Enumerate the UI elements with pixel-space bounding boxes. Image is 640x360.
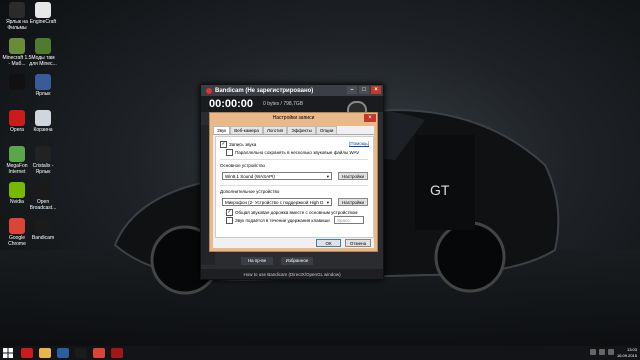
desktop-icon-label: Корзина [33, 127, 53, 133]
taskbar-chrome-icon[interactable] [93, 348, 105, 358]
taskbar-bandicam-active-icon[interactable] [111, 348, 123, 358]
taskbar: 13:03 16.09.2015 [0, 346, 640, 360]
app-icon [35, 110, 51, 126]
recording-settings-dialog: Настройки записи × Звук Веб-камера Логотип… [209, 112, 378, 252]
extra-device-value: Микрофон (2- Устройство с поддержкой Hig… [225, 200, 324, 205]
app-icon [35, 218, 51, 234]
record-size: 0 bytes / 798,7GB [263, 101, 304, 107]
desktop-icon-label: Моды там для Minec... [29, 55, 57, 67]
app-icon [35, 74, 51, 90]
record-timer: 00:00:00 [209, 98, 254, 110]
chevron-down-icon: ▾ [326, 200, 329, 205]
taskbar-opera-icon[interactable] [21, 348, 33, 358]
app-icon [9, 38, 25, 54]
desktop-icon[interactable]: Моды там для Minec... [28, 38, 58, 67]
push-to-talk-label: Звук подаётся в течение удержания клавиш… [235, 218, 330, 223]
hotkey-value: Space [337, 218, 350, 223]
help-link[interactable]: [Помощь] [349, 141, 369, 146]
tab-Звук[interactable]: Звук [213, 126, 231, 134]
app-icon [9, 74, 25, 90]
app-icon [35, 182, 51, 198]
desktop-icon[interactable]: Open Broadcast... [28, 182, 58, 211]
close-icon[interactable]: × [371, 86, 381, 94]
app-icon [9, 146, 25, 162]
app-icon [9, 182, 25, 198]
extra-device-select[interactable]: Микрофон (2- Устройство с поддержкой Hig… [222, 198, 332, 206]
mix-track-label: Общая звуковая дорожка вместе с основным… [235, 210, 358, 215]
taskbar-apps [18, 348, 126, 358]
tab-Опции[interactable]: Опции [315, 126, 338, 134]
mix-track-checkbox[interactable]: ✓ [226, 209, 233, 216]
chevron-down-icon: ▾ [326, 174, 329, 179]
bandicam-footer[interactable]: How to use Bandicam (DirectX/OpenGL wind… [201, 269, 383, 279]
network-icon[interactable] [590, 349, 596, 355]
mix-track-row[interactable]: ✓ Общая звуковая дорожка вместе с основн… [226, 209, 357, 216]
dialog-titlebar[interactable]: Настройки записи × [210, 113, 377, 123]
desktop-icon-label: EngineCraft [29, 19, 57, 25]
main-device-settings-button[interactable]: Настройки [338, 172, 368, 180]
ok-button[interactable]: ОК [316, 239, 341, 247]
app-icon [9, 110, 25, 126]
desktop-icon[interactable]: Bandicam [28, 218, 58, 241]
bandicam-titlebar[interactable]: Bandicam (Не зарегистрировано) – □ × [201, 85, 383, 96]
parallel-save-checkbox[interactable] [226, 149, 233, 156]
system-tray [590, 349, 614, 355]
volume-icon[interactable] [599, 349, 605, 355]
divider [220, 159, 368, 160]
desktop-icon-label: Ярлык [35, 91, 51, 97]
sound-tab-panel: ✓ Запись звука [Помощь] Параллельно сохр… [215, 136, 374, 238]
record-sound-row[interactable]: ✓ Запись звука [220, 141, 256, 148]
hotkey-field[interactable]: Space [334, 216, 364, 224]
parallel-save-row[interactable]: Параллельно сохранять в несколько звуков… [226, 149, 359, 156]
window-controls: – □ × [347, 86, 381, 94]
app-icon [35, 38, 51, 54]
taskbar-explorer-icon[interactable] [39, 348, 51, 358]
dialog-title: Настройки записи [272, 115, 315, 121]
desktop-icon-label: Cristalix - Ярлык [32, 163, 54, 175]
record-dot-icon [206, 87, 212, 94]
extra-device-label: Дополнительное устройство [220, 189, 280, 194]
divider [220, 185, 368, 186]
favorites-button[interactable]: Избранное [281, 257, 313, 265]
app-icon [9, 2, 25, 18]
dialog-close-icon[interactable]: × [364, 114, 376, 122]
parallel-save-label: Параллельно сохранять в несколько звуков… [235, 150, 360, 155]
desktop-icon-label: Open Broadcast... [29, 199, 57, 211]
tab-Веб-камера[interactable]: Веб-камера [230, 126, 263, 134]
minimize-icon[interactable]: – [347, 86, 357, 94]
record-sound-label: Запись звука [229, 142, 257, 147]
push-to-talk-row[interactable]: Звук подаётся в течение удержания клавиш… [226, 217, 330, 224]
main-device-value: Win8.1 Sound (WASAPI) [225, 174, 275, 179]
desktop-icon[interactable]: Корзина [28, 110, 58, 133]
clock[interactable]: 13:03 16.09.2015 [617, 347, 637, 359]
app-icon [35, 146, 51, 162]
flag-icon[interactable] [608, 349, 614, 355]
app-icon [9, 218, 25, 234]
tab-Эффекты[interactable]: Эффекты [287, 126, 316, 134]
desktop-icon-label: Bandicam [31, 235, 55, 241]
main-device-select[interactable]: Win8.1 Sound (WASAPI) ▾ [222, 172, 332, 180]
extra-device-settings-button[interactable]: Настройки [338, 198, 368, 206]
app-icon [35, 2, 51, 18]
bandicam-action-buttons: На пр-ве Избранное [241, 257, 313, 265]
svg-text:GT: GT [430, 182, 450, 198]
desktop-icon[interactable]: EngineCraft [28, 2, 58, 25]
taskbar-bandicam-task-icon[interactable] [75, 348, 87, 358]
start-windows-icon[interactable] [3, 348, 13, 358]
cancel-button[interactable]: Отмена [345, 239, 371, 247]
desktop-icon[interactable]: Ярлык [28, 74, 58, 97]
record-sound-checkbox[interactable]: ✓ [220, 141, 227, 148]
main-device-label: Основное устройство [220, 163, 266, 168]
help-button[interactable]: На пр-ве [241, 257, 273, 265]
settings-tabs: Звук Веб-камера Логотип Эффекты Опции [213, 126, 374, 135]
dialog-body: Звук Веб-камера Логотип Эффекты Опции ✓ Запи… [213, 126, 374, 248]
push-to-talk-checkbox[interactable] [226, 217, 233, 224]
taskbar-photoshop-icon[interactable] [57, 348, 69, 358]
tab-Логотип[interactable]: Логотип [262, 126, 288, 134]
clock-date: 16.09.2015 [616, 353, 637, 358]
maximize-icon[interactable]: □ [359, 86, 369, 94]
bandicam-title: Bandicam (Не зарегистрировано) [215, 87, 314, 94]
desktop-icon[interactable]: Cristalix - Ярлык [28, 146, 58, 175]
